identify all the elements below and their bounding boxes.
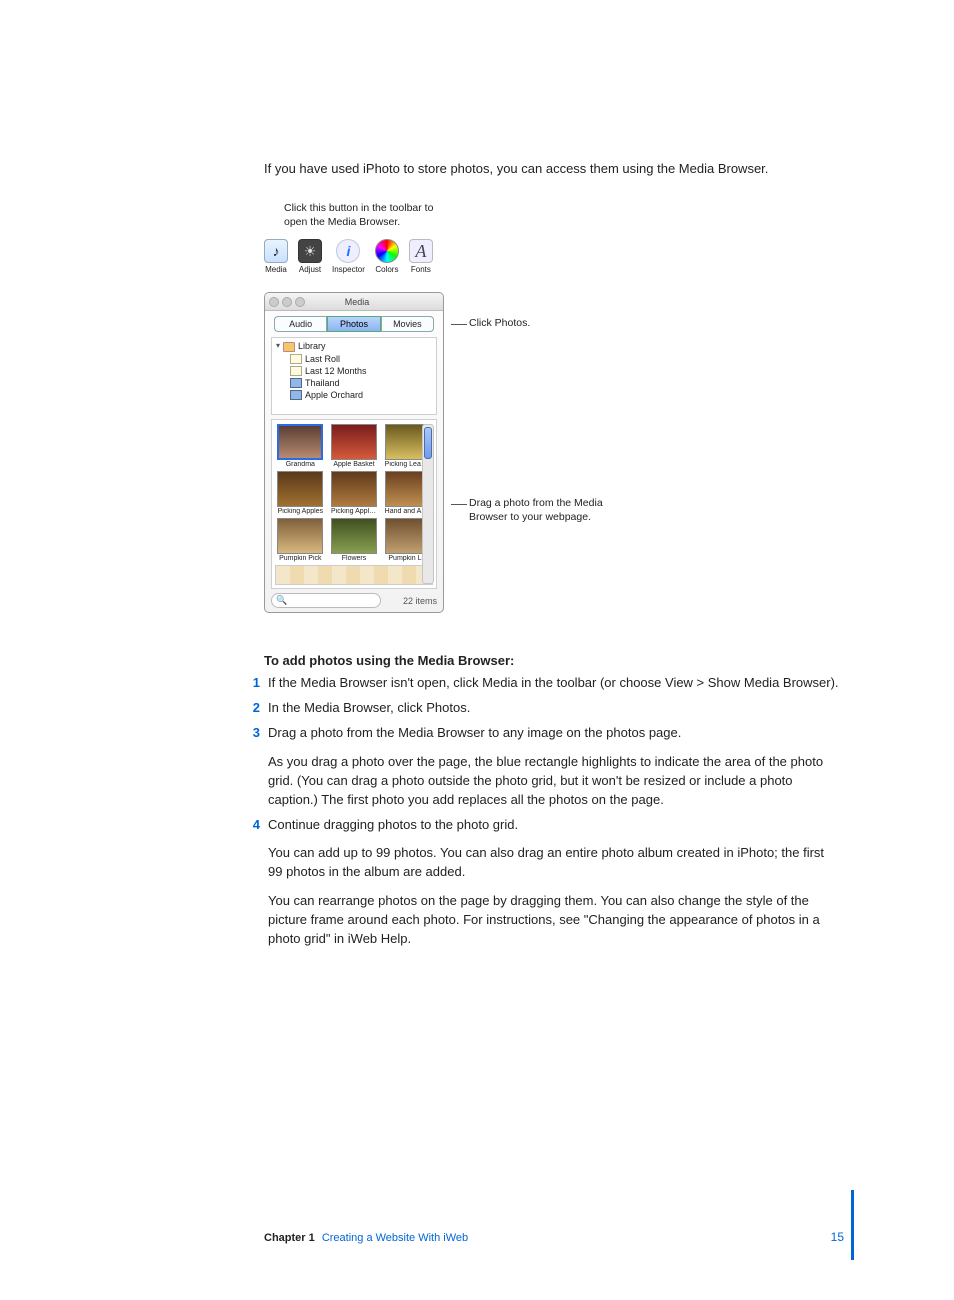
scrollbar[interactable] [422, 424, 434, 584]
steps-list: 1 If the Media Browser isn't open, click… [248, 674, 840, 948]
thumb-pumpkin-pick[interactable]: Pumpkin Pick [275, 518, 326, 562]
step-2: 2 In the Media Browser, click Photos. [248, 699, 840, 718]
tab-photos[interactable]: Photos [327, 316, 380, 332]
zoom-icon[interactable] [295, 297, 305, 307]
page-number: 15 [831, 1230, 844, 1244]
adjust-icon: ☀ [298, 239, 322, 263]
step-3-detail: As you drag a photo over the page, the b… [268, 753, 840, 810]
tab-movies[interactable]: Movies [381, 316, 434, 332]
step-1: 1 If the Media Browser isn't open, click… [248, 674, 840, 693]
tree-library[interactable]: ▾ Library [274, 340, 434, 352]
toolbar-inspector-button[interactable]: i Inspector [332, 239, 365, 274]
step-number: 2 [248, 699, 260, 718]
tab-audio[interactable]: Audio [274, 316, 327, 332]
step-4-detail-b: You can rearrange photos on the page by … [268, 892, 840, 949]
page-footer: Chapter 1 Creating a Website With iWeb 1… [264, 1230, 844, 1244]
tree-last-roll[interactable]: Last Roll [274, 353, 434, 365]
thumbnail-grid: Grandma Apple Basket Picking Leaves Pick… [271, 419, 437, 589]
media-browser-panel: Media Audio Photos Movies ▾ Library Last… [264, 292, 444, 613]
photo-thumbnail [331, 424, 377, 460]
thumb-picking-apple2[interactable]: Picking Apple… [329, 471, 380, 515]
thumb-apple-basket[interactable]: Apple Basket [329, 424, 380, 468]
chapter-label: Chapter 1 [264, 1232, 315, 1244]
toolbar-fonts-button[interactable]: A Fonts [409, 239, 433, 274]
intro-text: If you have used iPhoto to store photos,… [264, 160, 840, 178]
callout-click-photos: Click Photos. [469, 317, 629, 331]
thumb-grandma[interactable]: Grandma [275, 424, 326, 468]
photo-thumbnail [331, 471, 377, 507]
album-icon [290, 378, 302, 388]
step-number: 1 [248, 674, 260, 693]
photo-thumbnail [277, 518, 323, 554]
search-icon: 🔍 [276, 595, 287, 606]
thumb-flowers[interactable]: Flowers [329, 518, 380, 562]
step-number: 4 [248, 816, 260, 949]
scrollbar-thumb[interactable] [424, 427, 432, 459]
item-count: 22 items [403, 596, 437, 606]
step-4-detail-a: You can add up to 99 photos. You can als… [268, 844, 840, 882]
minimize-icon[interactable] [282, 297, 292, 307]
tree-apple-orchard[interactable]: Apple Orchard [274, 389, 434, 401]
footer-rule [851, 1190, 854, 1260]
toolbar-adjust-button[interactable]: ☀ Adjust [298, 239, 322, 274]
chapter-name: Creating a Website With iWeb [322, 1232, 468, 1244]
album-icon [290, 390, 302, 400]
thumb-strip[interactable] [275, 565, 433, 585]
panel-title: Media [305, 297, 409, 307]
step-number: 3 [248, 724, 260, 809]
folder-icon [283, 342, 295, 352]
media-tabs: Audio Photos Movies [274, 316, 434, 332]
inspector-icon: i [336, 239, 360, 263]
tree-thailand[interactable]: Thailand [274, 377, 434, 389]
colors-icon [375, 239, 399, 263]
close-icon[interactable] [269, 297, 279, 307]
photo-thumbnail [277, 424, 323, 460]
fonts-icon: A [409, 239, 433, 263]
step-3: 3 Drag a photo from the Media Browser to… [248, 724, 840, 809]
callout-drag-photo: Drag a photo from the Media Browser to y… [469, 497, 629, 524]
figure: Click this button in the toolbar to open… [264, 202, 840, 613]
callout-top: Click this button in the toolbar to open… [284, 202, 434, 229]
source-tree[interactable]: ▾ Library Last Roll Last 12 Months Thail… [271, 337, 437, 415]
photo-thumbnail [277, 471, 323, 507]
tree-last-12[interactable]: Last 12 Months [274, 365, 434, 377]
panel-titlebar: Media [265, 293, 443, 311]
toolbar: ♪ Media ☀ Adjust i Inspector Colors A Fo… [264, 239, 840, 274]
toolbar-media-button[interactable]: ♪ Media [264, 239, 288, 274]
toolbar-colors-button[interactable]: Colors [375, 239, 399, 274]
calendar-icon [290, 366, 302, 376]
disclosure-triangle-icon[interactable]: ▾ [276, 341, 280, 352]
thumb-picking-apples[interactable]: Picking Apples [275, 471, 326, 515]
section-heading: To add photos using the Media Browser: [264, 653, 840, 668]
photo-thumbnail [331, 518, 377, 554]
roll-icon [290, 354, 302, 364]
step-4: 4 Continue dragging photos to the photo … [248, 816, 840, 949]
search-field[interactable]: 🔍 [271, 593, 381, 608]
media-icon: ♪ [264, 239, 288, 263]
